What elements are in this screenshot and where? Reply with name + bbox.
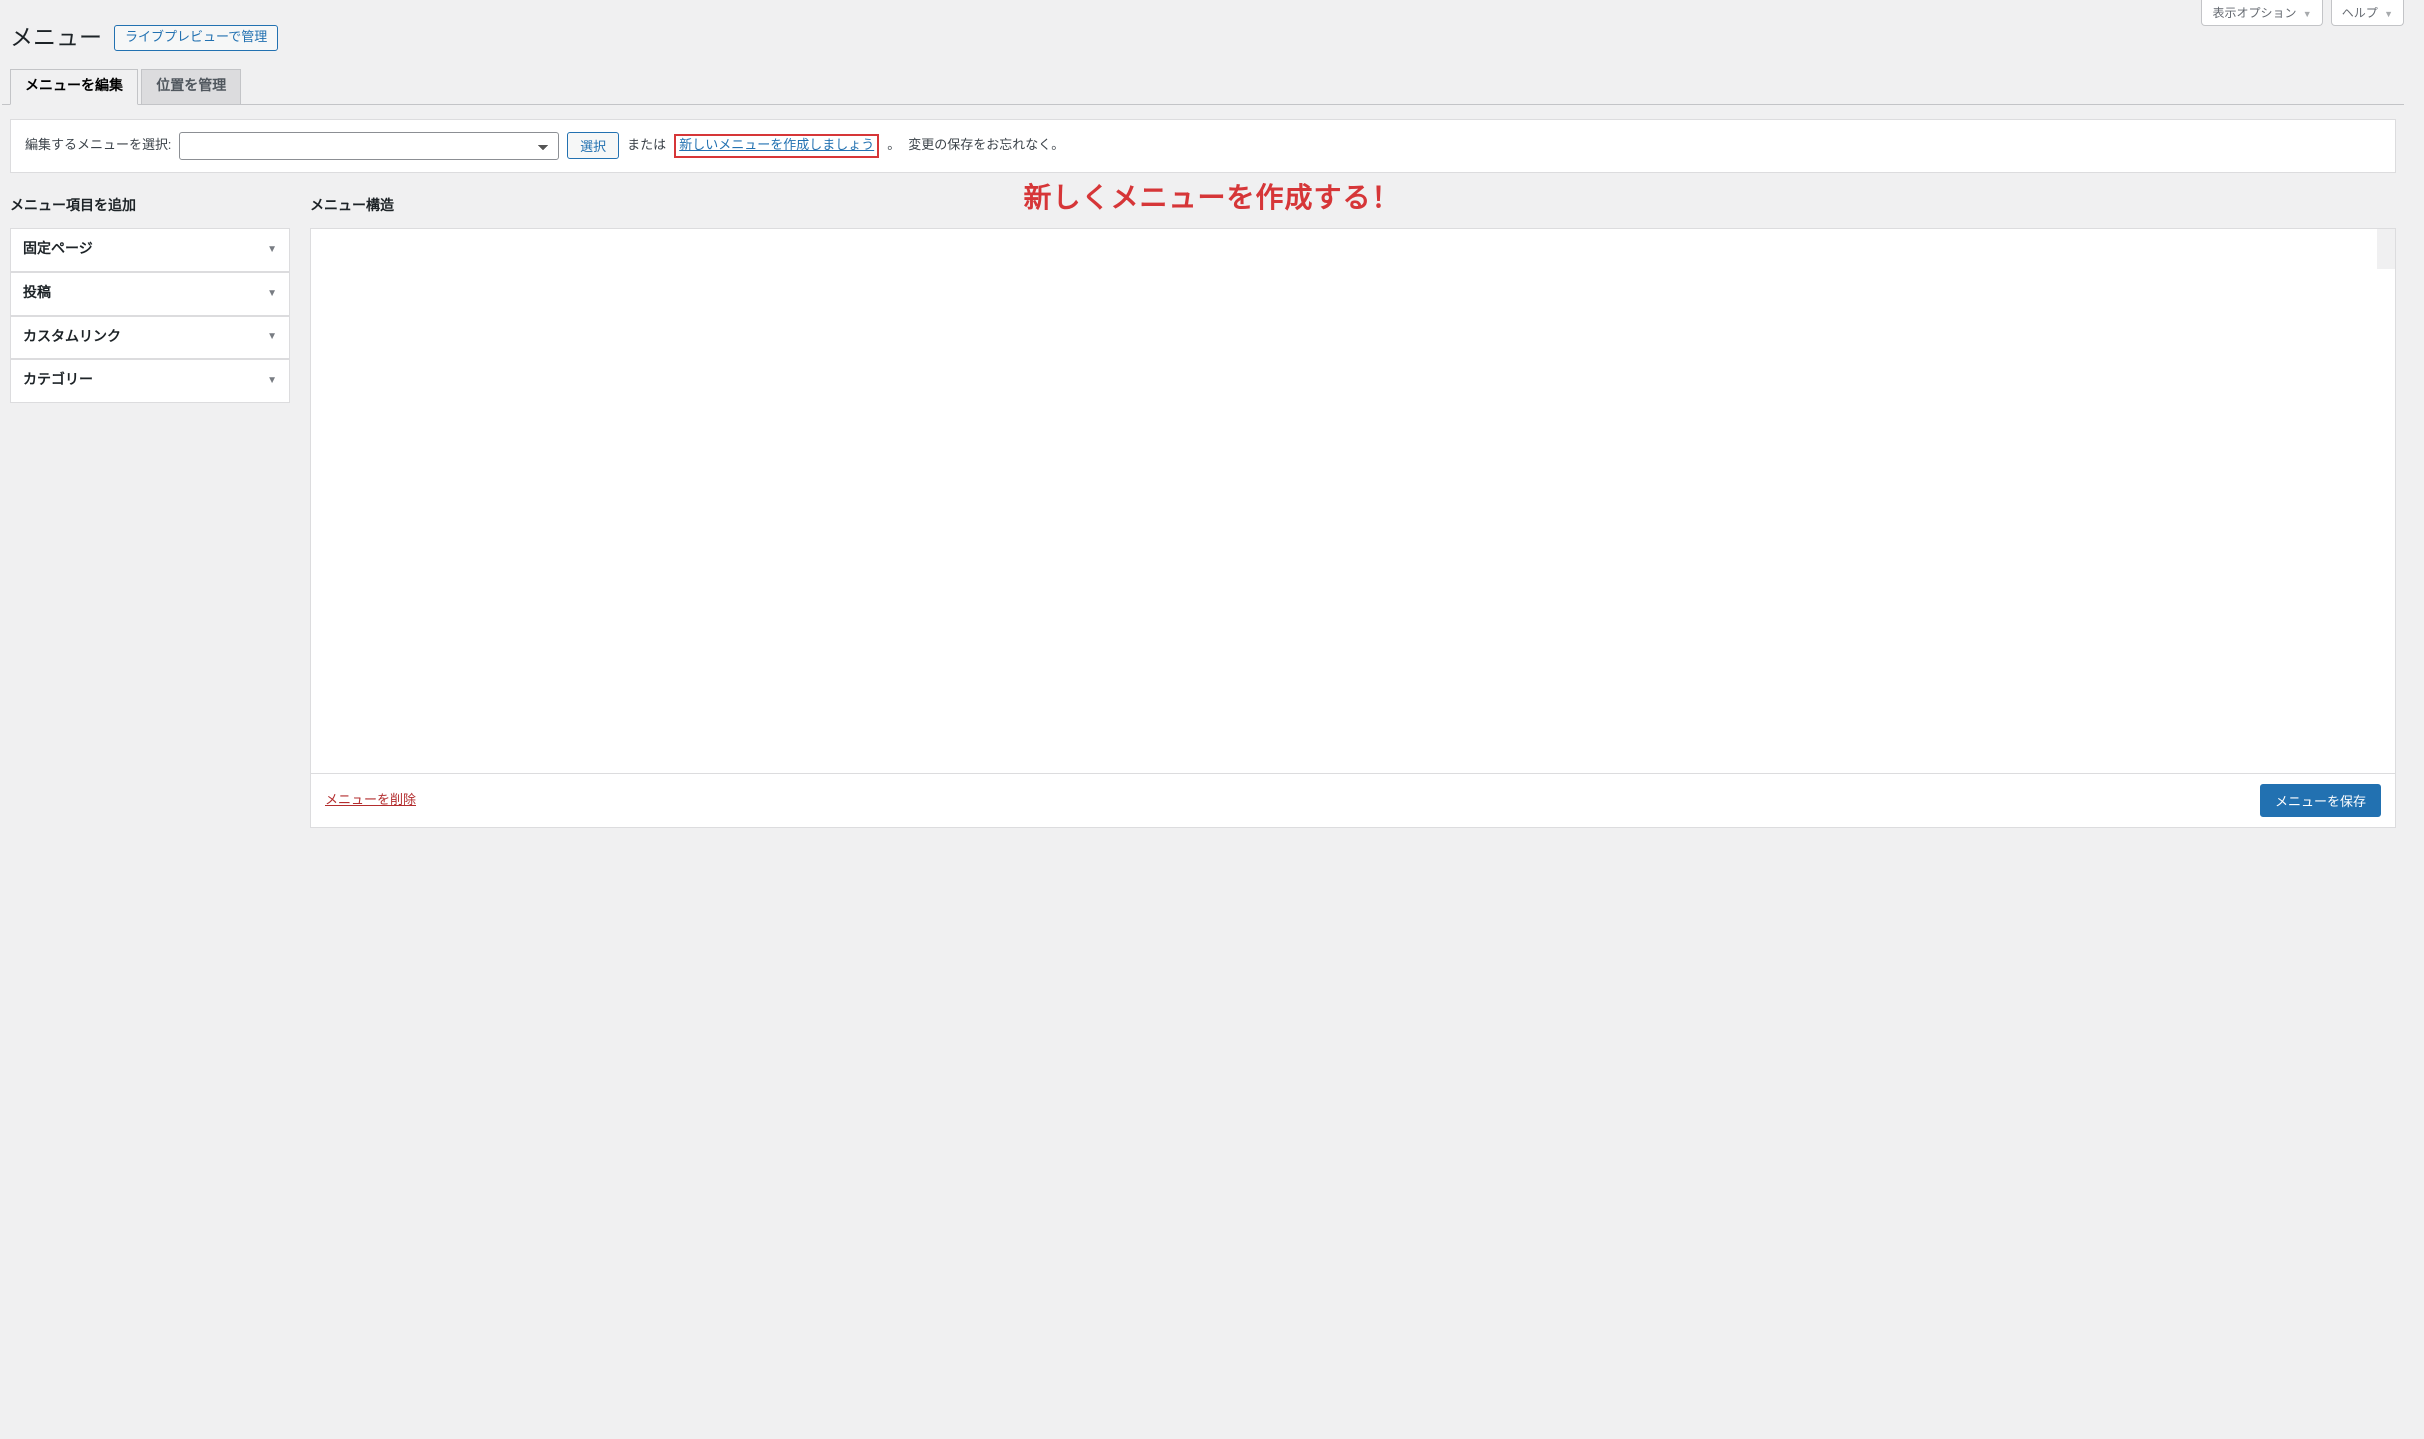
create-menu-highlight: 新しいメニューを作成しましょう [674,134,879,158]
save-menu-button[interactable]: メニューを保存 [2260,784,2381,817]
help-label: ヘルプ [2342,6,2378,20]
caret-down-icon: ▼ [267,374,277,388]
save-hint: 変更の保存をお忘れなく。 [908,137,1064,155]
or-text: または [627,137,666,155]
nav-tabs: メニューを編集 位置を管理 [2,68,2404,105]
caret-down-icon: ▼ [267,243,277,257]
accordion-label: 固定ページ [23,240,93,260]
page-title: メニュー [10,22,102,54]
menu-select[interactable] [179,132,559,160]
caret-down-icon: ▼ [2303,9,2312,19]
tab-manage-locations[interactable]: 位置を管理 [141,69,241,104]
accordion-label: カテゴリー [23,371,93,391]
caret-down-icon: ▼ [267,287,277,301]
caret-down-icon: ▼ [267,330,277,344]
manage-menus-bar: 編集するメニューを選択: 選択 または 新しいメニューを作成しましょう 。 変更… [10,119,2396,173]
live-preview-button[interactable]: ライブプレビューで管理 [114,25,278,51]
menu-footer: メニューを削除 メニューを保存 [311,773,2395,827]
accordion-label: カスタムリンク [23,328,121,348]
scrollbar-hint [2377,229,2395,269]
accordion-categories[interactable]: カテゴリー ▼ [11,359,289,402]
delete-menu-link[interactable]: メニューを削除 [325,792,416,810]
accordion-posts[interactable]: 投稿 ▼ [11,272,289,316]
accordion-custom-links[interactable]: カスタムリンク ▼ [11,316,289,360]
add-items-heading: メニュー項目を追加 [10,197,290,217]
period: 。 [887,137,900,155]
menu-structure-body [311,229,2395,773]
caret-down-icon: ▼ [2384,9,2393,19]
accordion-pages[interactable]: 固定ページ ▼ [11,229,289,272]
menu-structure-heading: メニュー構造 [310,197,2396,217]
screen-options-button[interactable]: 表示オプション ▼ [2201,0,2322,26]
menu-structure-frame: メニューを削除 メニューを保存 [310,228,2396,828]
accordion-label: 投稿 [23,284,51,304]
screen-options-label: 表示オプション [2212,6,2296,20]
select-menu-label: 編集するメニューを選択: [25,137,171,155]
create-menu-link[interactable]: 新しいメニューを作成しましょう [679,138,874,153]
select-button[interactable]: 選択 [567,132,619,159]
tab-edit-menu[interactable]: メニューを編集 [10,69,138,105]
help-button[interactable]: ヘルプ ▼ [2331,0,2404,26]
